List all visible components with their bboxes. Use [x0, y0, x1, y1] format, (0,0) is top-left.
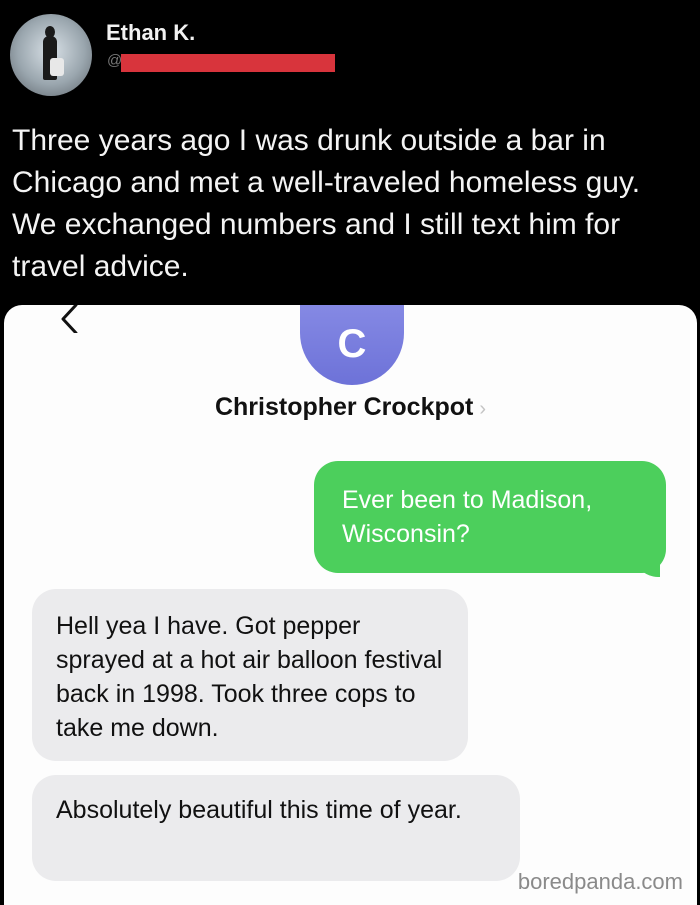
tweet-text: Three years ago I was drunk outside a ba… [12, 124, 641, 283]
chevron-right-icon: › [479, 398, 487, 420]
outgoing-message-bubble[interactable]: Ever been to Madison, Wisconsin? [314, 461, 666, 573]
tweet-header: Ethan K. @ [0, 0, 700, 110]
author-avatar[interactable] [10, 14, 92, 96]
contact-name[interactable]: Christopher Crockpot › [4, 393, 697, 422]
messages-screenshot: C Christopher Crockpot › Ever been to Mad… [4, 305, 697, 905]
incoming-message-bubble[interactable]: Absolutely beautiful this time of year. [32, 775, 520, 881]
contact-name-label: Christopher Crockpot [214, 393, 474, 421]
chevron-left-icon[interactable] [60, 305, 78, 333]
author-handle-prefix: @ [107, 52, 123, 69]
avatar-figure-detail [50, 58, 64, 76]
contact-initial: C [337, 322, 367, 366]
incoming-message-bubble[interactable]: Hell yea I have. Got pepper sprayed at a… [32, 589, 468, 761]
author-name[interactable]: Ethan K. [106, 20, 195, 46]
handle-redaction-bar [121, 54, 335, 72]
contact-avatar[interactable]: C [300, 305, 404, 385]
watermark: boredpanda.com [517, 869, 683, 894]
